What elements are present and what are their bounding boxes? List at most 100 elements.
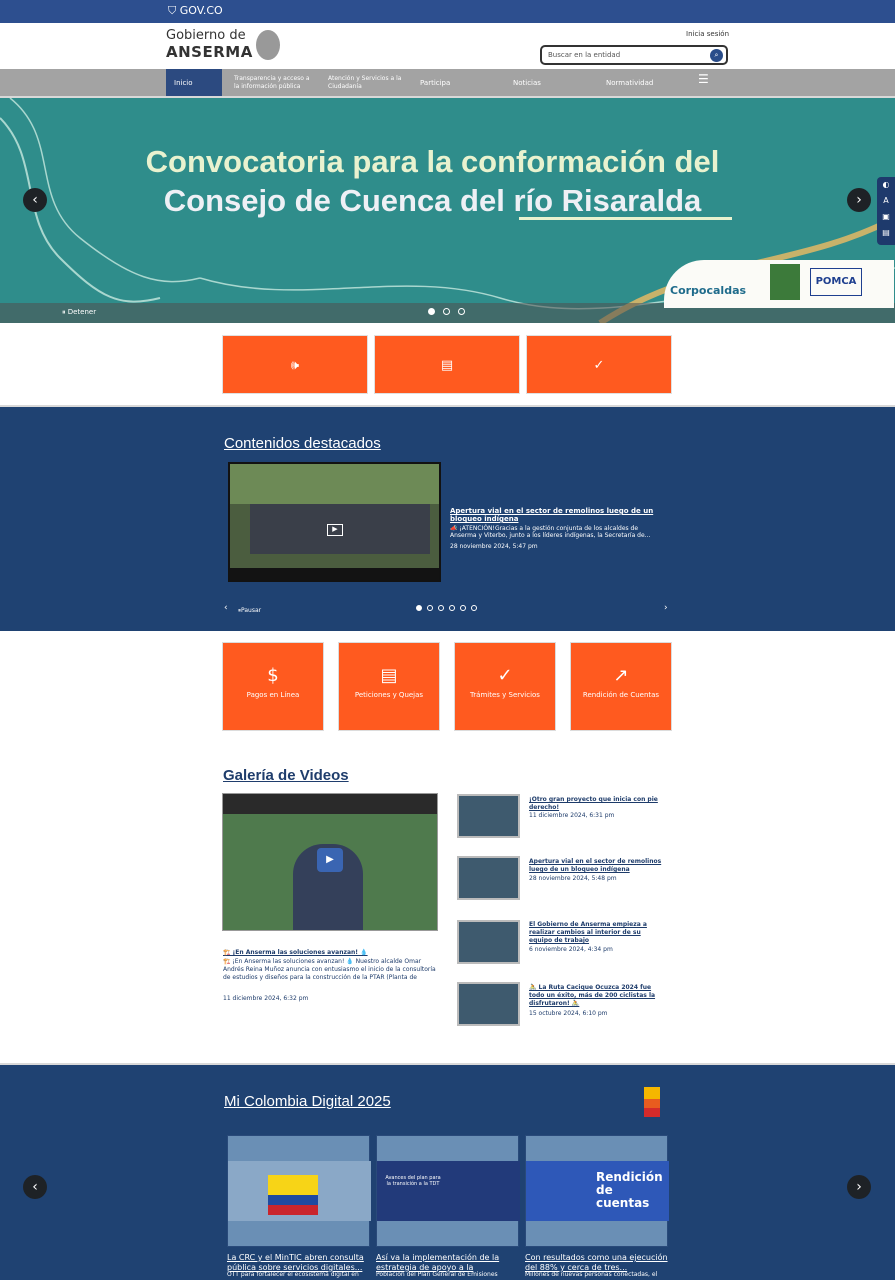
card-label: Rendición de Cuentas <box>582 691 660 699</box>
featured-title: Contenidos destacados <box>224 435 381 452</box>
featured-thumbnail[interactable]: ▶ <box>228 462 441 582</box>
nav-item-participa[interactable]: Participa <box>412 69 482 96</box>
gallery-item-title[interactable]: 🚴 La Ruta Cacique Ocuzca 2024 fue todo u… <box>529 984 664 1008</box>
hero-title-line2: Consejo de Cuenca del río Risaralda <box>163 183 702 218</box>
gallery-main-video[interactable]: ▶ <box>222 793 438 931</box>
featured-item-title[interactable]: Apertura vial en el sector de remolinos … <box>450 507 660 523</box>
hero-dot-1[interactable] <box>428 308 435 315</box>
digital-item-title[interactable]: Así va la implementación de la estrategi… <box>376 1253 519 1273</box>
featured-dot-2[interactable] <box>427 605 433 611</box>
gallery-main-desc: 🏗️ ¡En Anserma las soluciones avanzan! 💧… <box>223 958 436 981</box>
card-pagos-en-linea[interactable]: $ Pagos en Línea <box>222 642 324 731</box>
gallery-item-date: 15 octubre 2024, 6:10 pm <box>529 1010 608 1017</box>
digital-card-1[interactable] <box>227 1135 371 1247</box>
hero-next-button[interactable]: › <box>847 188 871 212</box>
card-label: Trámites y Servicios <box>470 691 540 699</box>
featured-prev-icon[interactable]: ‹ <box>224 603 228 613</box>
partner-logos: Corpocaldas POMCA <box>664 260 894 308</box>
digital-card-2[interactable]: Avances del plan para la transición a la… <box>376 1135 520 1247</box>
gallery-thumb-1[interactable] <box>457 794 520 838</box>
digital-title: Mi Colombia Digital 2025 <box>224 1093 391 1110</box>
coat-of-arms-icon <box>256 30 280 60</box>
nav-item-normatividad[interactable]: Normatividad <box>598 69 678 96</box>
digital-prev-button[interactable]: ‹ <box>23 1175 47 1199</box>
stop-button[interactable]: ⏸ Detener <box>62 308 96 317</box>
nav-item-transparencia[interactable]: Transparencia y acceso a la información … <box>226 69 318 96</box>
gallery-main-date: 11 diciembre 2024, 6:32 pm <box>223 995 309 1002</box>
gallery-item-title[interactable]: ¡Otro gran proyecto que inicia con pie d… <box>529 796 664 812</box>
card2-text: Avances del plan para la transición a la… <box>385 1175 441 1187</box>
gallery-item-title[interactable]: Apertura vial en el sector de remolinos … <box>529 858 664 874</box>
login-link[interactable]: Inicia sesión <box>686 30 729 38</box>
hero-dot-3[interactable] <box>458 308 465 315</box>
card-image: Rendición de cuentas <box>526 1161 669 1221</box>
digital-next-button[interactable]: › <box>847 1175 871 1199</box>
gallery-thumb-2[interactable] <box>457 856 520 900</box>
nav-item-noticias[interactable]: Noticias <box>505 69 575 96</box>
flag-image <box>268 1175 318 1215</box>
gallery-item-date: 28 noviembre 2024, 5:48 pm <box>529 875 617 882</box>
nav-item-inicio[interactable]: Inicio <box>166 69 222 96</box>
featured-next-icon[interactable]: › <box>664 603 668 613</box>
gallery-title: Galería de Videos <box>223 767 349 784</box>
gallery-item-date: 6 noviembre 2024, 4:34 pm <box>529 946 613 953</box>
card-rendicion[interactable]: ↗ Rendición de Cuentas <box>570 642 672 731</box>
card-tramites[interactable]: ✓ Trámites y Servicios <box>454 642 556 731</box>
card-label: Pagos en Línea <box>246 691 300 699</box>
partner-pomca: POMCA <box>810 268 862 296</box>
search-box[interactable]: Buscar en la entidad ⌕ <box>540 45 728 65</box>
site-header <box>0 23 895 69</box>
quick-button-forms[interactable]: ▤ <box>374 335 520 394</box>
main-nav: Inicio Transparencia y acceso a la infor… <box>0 69 895 98</box>
menu-icon[interactable]: ☰ <box>690 69 710 96</box>
featured-dot-3[interactable] <box>438 605 444 611</box>
gallery-thumb-3[interactable] <box>457 920 520 964</box>
form-icon: ▤ <box>440 358 454 373</box>
digital-card-3[interactable]: Rendición de cuentas <box>525 1135 669 1247</box>
accessibility-icons[interactable]: ◐ A ▣ ▤ <box>877 177 895 241</box>
digital-item-desc: Población del Plan General de Emisiones <box>376 1271 498 1278</box>
hero-prev-button[interactable]: ‹ <box>23 188 47 212</box>
featured-dot-4[interactable] <box>449 605 455 611</box>
digital-item-desc: OTT para fortalecer el ecosistema digita… <box>227 1271 359 1278</box>
digital-section: Mi Colombia Digital 2025 Avances del pla… <box>0 1063 895 1280</box>
thumb-bar <box>230 568 439 580</box>
quick-button-check[interactable]: ✓ <box>526 335 672 394</box>
play-icon: ▶ <box>327 524 343 536</box>
nav-item-atencion[interactable]: Atención y Servicios a la Ciudadanía <box>320 69 410 96</box>
pause-button[interactable]: ⏸Pausar <box>238 607 261 615</box>
digital-item-title[interactable]: La CRC y el MinTIC abren consulta públic… <box>227 1253 370 1273</box>
check-icon: ✓ <box>593 358 605 373</box>
digital-item-desc: Millones de nuevas personas conectadas, … <box>525 1271 658 1278</box>
gallery-main-title[interactable]: 🏗️ ¡En Anserma las soluciones avanzan! 💧 <box>223 949 438 957</box>
dollar-icon: $ <box>267 665 279 686</box>
gallery-thumb-4[interactable] <box>457 982 520 1026</box>
colombia-digital-logo <box>644 1087 660 1117</box>
play-icon: ▶ <box>317 848 343 872</box>
hero-dot-2[interactable] <box>443 308 450 315</box>
quick-button-audio[interactable]: 🕪 <box>222 335 368 394</box>
featured-dot-1[interactable] <box>416 605 422 611</box>
search-icon[interactable]: ⌕ <box>710 49 723 62</box>
featured-section: Contenidos destacados ▶ Apertura vial en… <box>0 405 895 631</box>
chart-icon: ↗ <box>613 665 629 686</box>
check-icon: ✓ <box>497 665 513 686</box>
featured-dot-5[interactable] <box>460 605 466 611</box>
gallery-item-title[interactable]: El Gobierno de Anserma empieza a realiza… <box>529 921 664 945</box>
digital-item-title[interactable]: Con resultados como una ejecución del 88… <box>525 1253 668 1273</box>
partner-corpocaldas: Corpocaldas <box>670 284 747 297</box>
card-image <box>228 1161 371 1221</box>
accessibility-bar: ◐ A ▣ ▤ <box>877 177 895 245</box>
card-peticiones[interactable]: ▤ Peticiones y Quejas <box>338 642 440 731</box>
card-image: Avances del plan para la transición a la… <box>377 1161 520 1221</box>
search-input[interactable]: Buscar en la entidad <box>548 51 620 59</box>
document-icon: ▤ <box>380 665 398 686</box>
thumb-trees <box>230 464 439 504</box>
shield-icon: ⛉ <box>168 4 180 17</box>
card-label: Peticiones y Quejas <box>354 691 424 699</box>
hero-title-line1: Convocatoria para la conformación del <box>145 144 720 179</box>
featured-dot-6[interactable] <box>471 605 477 611</box>
gallery-item-date: 11 diciembre 2024, 6:31 pm <box>529 812 615 819</box>
gov-link[interactable]: ⛉ GOV.CO <box>168 4 223 18</box>
gov-bar: ⛉ GOV.CO <box>0 0 895 23</box>
